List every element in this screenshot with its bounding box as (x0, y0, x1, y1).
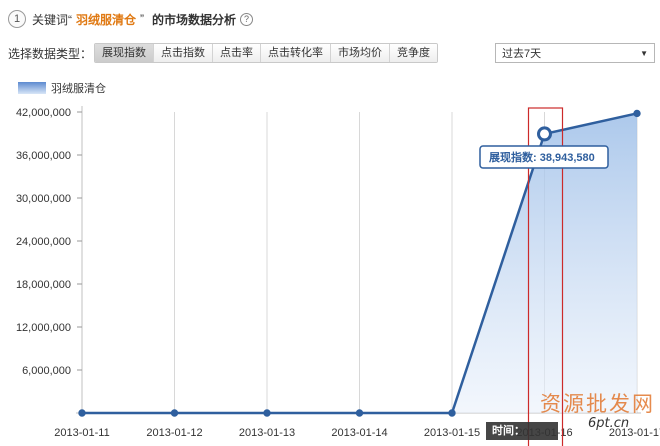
data-point (355, 409, 364, 417)
data-point (448, 409, 456, 417)
data-point (633, 109, 641, 118)
x-tick-label: 2013-01-14 (331, 427, 387, 439)
tooltip-text: 展现指数: 38,943,580 (488, 150, 595, 164)
x-tick-label: 2013-01-15 (424, 427, 480, 439)
y-tick-label: 42,000,000 (16, 107, 71, 119)
y-tick-label: 6,000,000 (22, 365, 71, 377)
trend-chart: 6,000,000 12,000,000 18,000,000 24,000,000 3… (16, 106, 660, 446)
y-tick-label: 12,000,000 (16, 322, 71, 334)
y-tick-label: 30,000,000 (16, 193, 71, 205)
y-tick-label: 36,000,000 (16, 150, 71, 162)
watermark-text: 资源批发网 (540, 392, 655, 416)
x-tick-label: 2013-01-11 (54, 427, 109, 439)
time-axis-label: 时间： (486, 422, 558, 440)
watermark-url: 6pt.cn (588, 416, 630, 431)
y-tick-label: 24,000,000 (16, 236, 71, 248)
data-point (170, 409, 179, 417)
data-point-highlighted (537, 126, 552, 142)
x-tick-label: 2013-01-13 (239, 427, 295, 439)
data-point (263, 409, 271, 417)
x-tick-label: 2013-01-12 (146, 427, 202, 439)
data-point (78, 409, 86, 417)
y-tick-label: 18,000,000 (16, 279, 71, 291)
